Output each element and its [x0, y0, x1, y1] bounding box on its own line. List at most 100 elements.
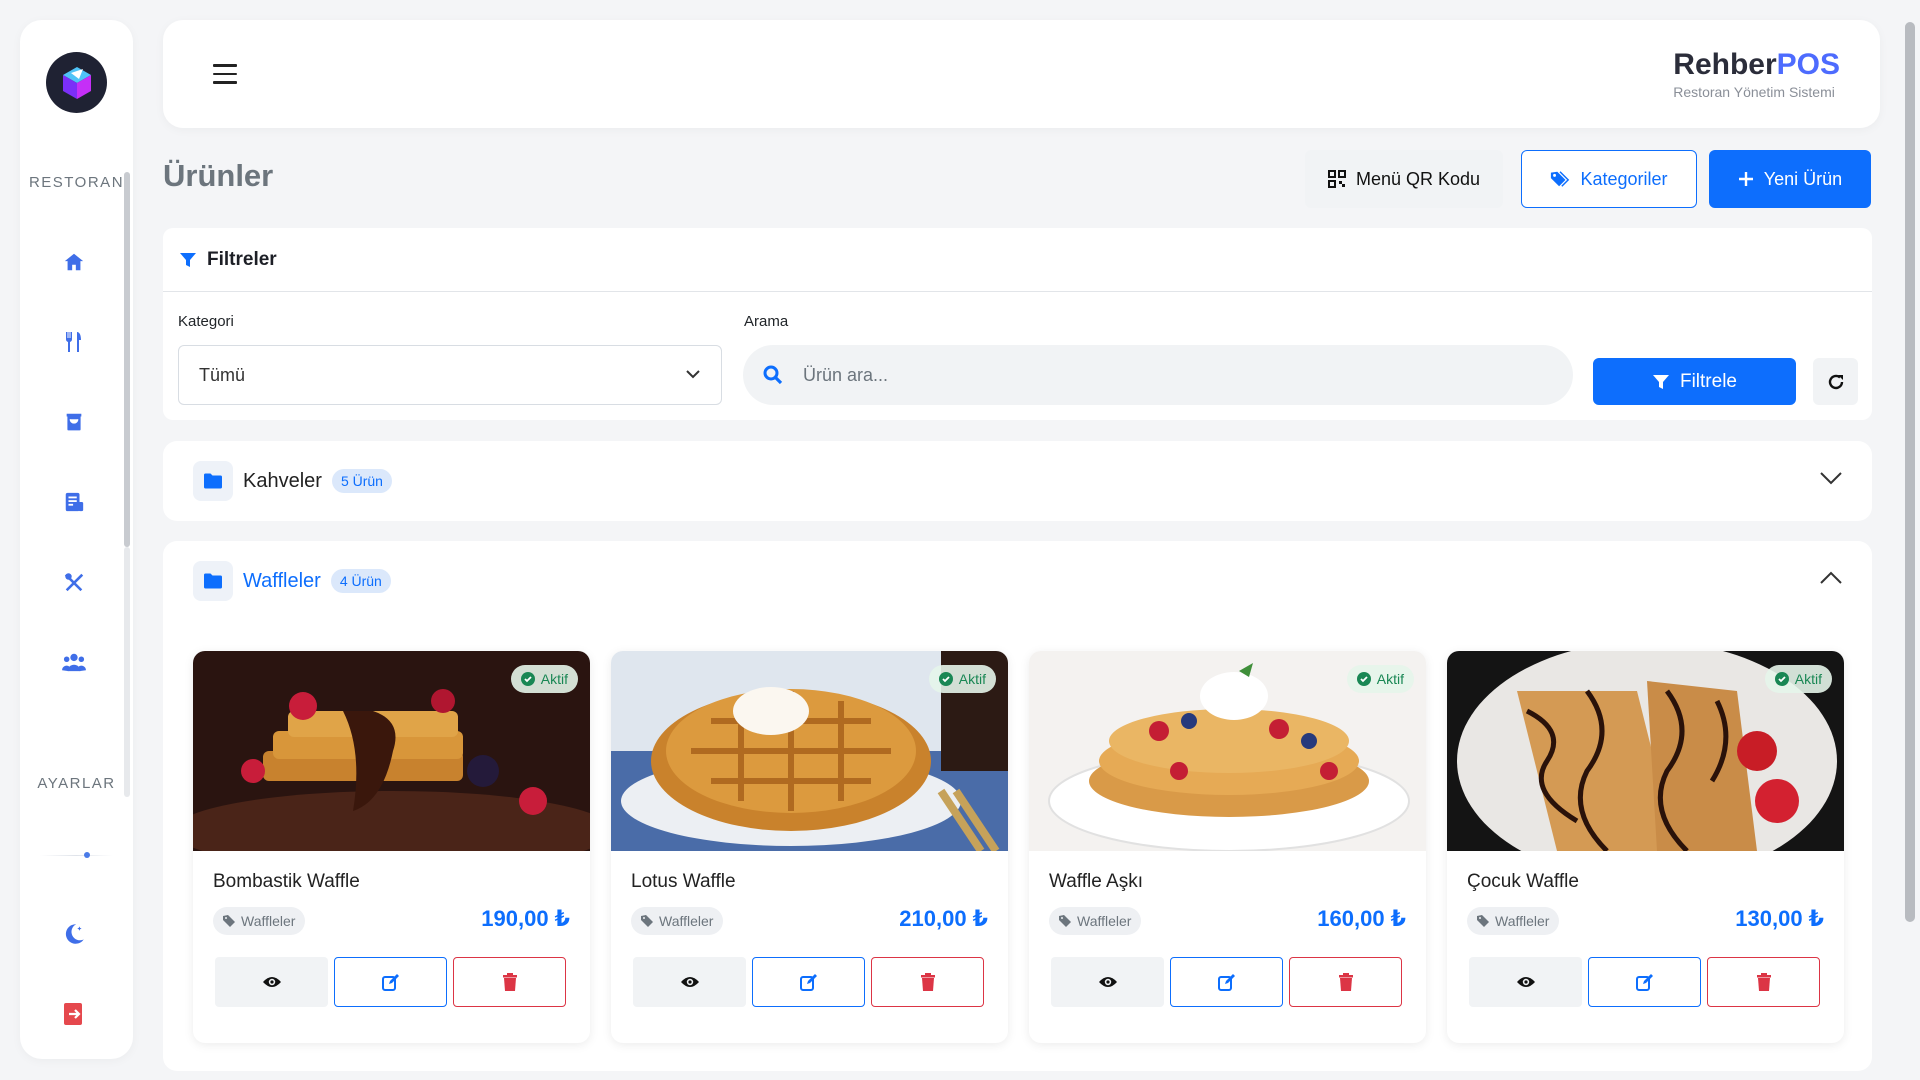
product-name: Waffle Aşkı [1049, 871, 1143, 892]
menu-qr-button-label: Menü QR Kodu [1355, 168, 1481, 189]
plus-icon [1738, 172, 1753, 186]
filter-reset-button[interactable] [1813, 358, 1858, 405]
tags-icon [1551, 171, 1570, 187]
product-card: Aktif Waffle Aşkı Waffleler 160,00 ₺ [1029, 651, 1426, 1043]
product-image[interactable]: Aktif [1447, 651, 1844, 851]
filter-icon [180, 252, 196, 267]
home-icon [64, 253, 84, 271]
filter-panel-title: Filtreler [207, 248, 277, 270]
delete-button[interactable] [1707, 957, 1820, 1007]
category-header[interactable]: Kahveler 5 Ürün [193, 461, 392, 501]
sidebar-item-staff[interactable] [54, 642, 94, 682]
status-badge: Aktif [928, 665, 996, 693]
trash-icon [1756, 973, 1771, 991]
sidebar-item-kitchen[interactable] [54, 562, 94, 602]
edit-button[interactable] [334, 957, 447, 1007]
trash-icon [920, 973, 935, 991]
new-product-button[interactable]: Yeni Ürün [1709, 150, 1871, 208]
check-circle-icon [938, 672, 953, 686]
edit-icon [381, 974, 399, 991]
status-badge-label: Aktif [958, 671, 986, 687]
status-badge-label: Aktif [1794, 671, 1822, 687]
filter-apply-button[interactable]: Filtrele [1593, 358, 1796, 405]
edit-button[interactable] [1588, 957, 1701, 1007]
chevron-down-icon[interactable] [1820, 471, 1842, 485]
sidebar-divider-dot [84, 852, 90, 858]
status-badge-label: Aktif [1376, 671, 1404, 687]
sidebar-item-orders[interactable] [54, 402, 94, 442]
fork-knife-crossed-icon [64, 573, 84, 592]
search-box [743, 345, 1573, 405]
category-select[interactable]: Tümü [178, 345, 722, 405]
filter-panel: Filtreler Kategori Tümü Arama Filtrele [163, 228, 1872, 420]
status-badge-label: Aktif [540, 671, 568, 687]
filter-icon [1652, 374, 1669, 389]
product-category-label: Waffleler [659, 913, 714, 929]
brand-name: RehberPOS [1673, 48, 1840, 82]
brand-name-main: Rehber [1673, 48, 1777, 81]
delete-button[interactable] [453, 957, 566, 1007]
trash-icon [1338, 973, 1353, 991]
edit-button[interactable] [1170, 957, 1283, 1007]
product-category-label: Waffleler [1495, 913, 1550, 929]
sidebar-section-settings: AYARLAR [37, 775, 116, 792]
product-image[interactable]: Aktif [611, 651, 1008, 851]
product-price: 210,00 ₺ [899, 906, 988, 931]
category-count-badge: 5 Ürün [331, 469, 392, 493]
delete-button[interactable] [871, 957, 984, 1007]
hamburger-line [213, 72, 237, 75]
theme-toggle-button[interactable] [54, 914, 94, 954]
product-name: Çocuk Waffle [1467, 871, 1579, 892]
category-header[interactable]: Waffleler 4 Ürün [193, 561, 391, 601]
folder-icon-box [193, 461, 233, 501]
sidebar-divider [40, 855, 113, 856]
view-button[interactable] [1051, 957, 1164, 1007]
hamburger-line [213, 64, 237, 67]
search-icon [763, 365, 783, 385]
category-count-badge: 4 Ürün [330, 569, 391, 593]
status-badge: Aktif [1346, 665, 1414, 693]
app-logo[interactable] [46, 52, 107, 113]
chevron-down-icon [686, 370, 700, 379]
product-category-tag: Waffleler [213, 907, 306, 935]
page-scrollbar-thumb[interactable] [1905, 22, 1915, 922]
product-name: Lotus Waffle [631, 871, 736, 892]
product-price: 130,00 ₺ [1735, 906, 1824, 931]
delete-button[interactable] [1289, 957, 1402, 1007]
check-circle-icon [1356, 672, 1371, 686]
refresh-icon [1828, 374, 1843, 389]
sidebar-item-home[interactable] [54, 242, 94, 282]
sidebar-item-reports[interactable] [54, 482, 94, 522]
tag-icon [223, 915, 235, 927]
menu-qr-button[interactable]: Menü QR Kodu [1305, 150, 1503, 208]
view-button[interactable] [1469, 957, 1582, 1007]
product-category-label: Waffleler [1077, 913, 1132, 929]
product-image[interactable]: Aktif [1029, 651, 1426, 851]
sidebar-scrollbar[interactable] [124, 172, 130, 547]
page-scrollbar[interactable] [1900, 0, 1920, 1080]
logout-icon [64, 1003, 82, 1025]
logout-button[interactable] [54, 994, 94, 1034]
product-category-tag: Waffleler [1049, 907, 1142, 935]
product-card: Aktif Lotus Waffle Waffleler 210,00 ₺ [611, 651, 1008, 1043]
categories-button[interactable]: Kategoriler [1521, 150, 1697, 208]
view-button[interactable] [633, 957, 746, 1007]
filter-panel-header: Filtreler [163, 228, 1872, 292]
search-label: Arama [744, 313, 789, 330]
sidebar-item-menu[interactable] [54, 322, 94, 362]
product-image[interactable]: Aktif [193, 651, 590, 851]
qrcode-icon [1327, 170, 1346, 188]
product-category-tag: Waffleler [1467, 907, 1560, 935]
receipt-icon [65, 492, 84, 512]
menu-toggle-button[interactable] [213, 64, 237, 84]
search-input[interactable] [803, 364, 1503, 386]
chevron-up-icon[interactable] [1820, 571, 1842, 585]
brand-subtitle: Restoran Yönetim Sistemi [1673, 84, 1835, 100]
category-select-value: Tümü [199, 364, 246, 385]
sidebar: RESTORAN AYARLAR [20, 20, 133, 1059]
folder-icon-box [193, 561, 233, 601]
edit-button[interactable] [752, 957, 865, 1007]
view-button[interactable] [215, 957, 328, 1007]
edit-icon [1635, 974, 1653, 991]
edit-icon [799, 974, 817, 991]
